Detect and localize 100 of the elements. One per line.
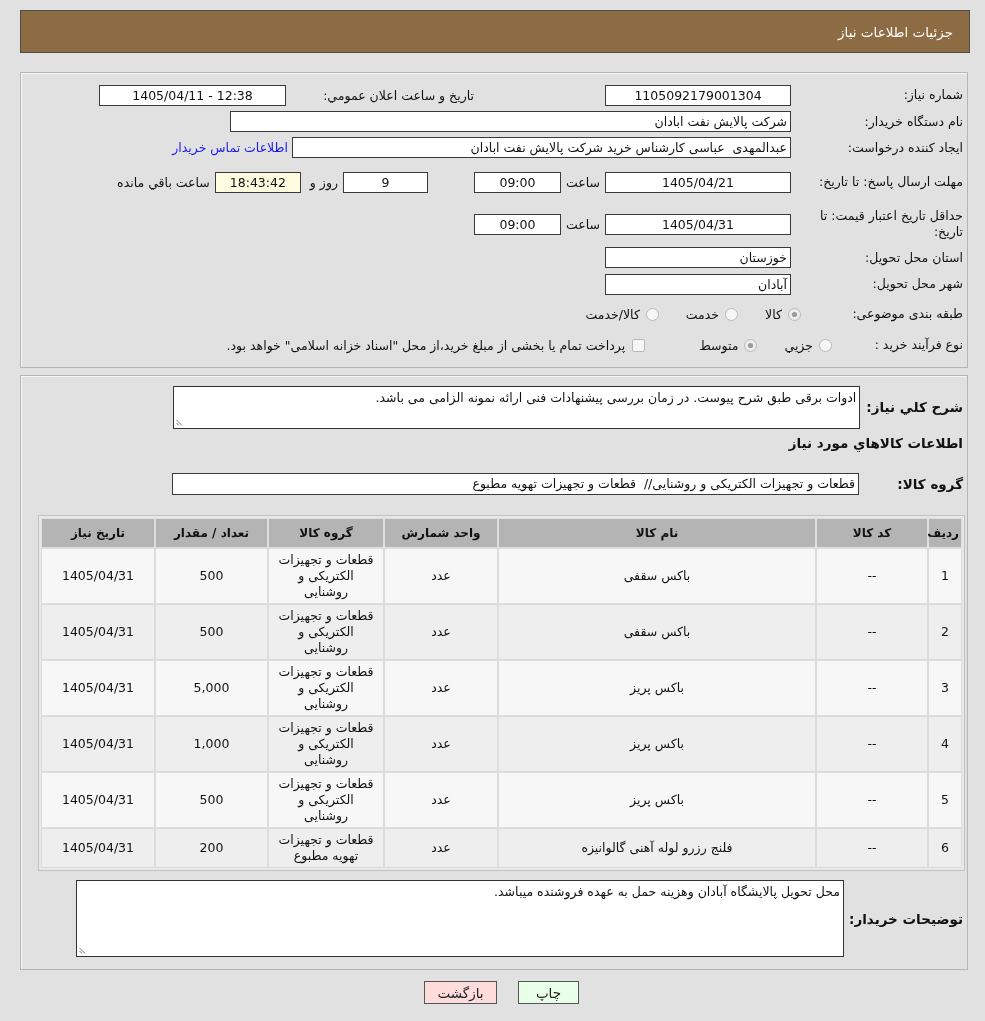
- radio-button[interactable]: [819, 338, 832, 352]
- table-cell: 200: [155, 828, 268, 868]
- table-cell: 1405/04/31: [41, 716, 155, 772]
- table-cell: 500: [155, 772, 268, 828]
- table-cell: قطعات و تجهیزات تهویه مطبوع: [268, 828, 384, 868]
- field-label: طبقه بندی موضوعی:: [851, 306, 963, 322]
- table-cell: باکس سقفی: [498, 548, 816, 604]
- table-cell: 3: [928, 660, 962, 716]
- province-field[interactable]: خوزستان: [605, 247, 791, 268]
- table-cell: 500: [155, 604, 268, 660]
- table-cell: عدد: [384, 828, 498, 868]
- table-cell: 4: [928, 716, 962, 772]
- column-header: نام کالا: [498, 518, 816, 548]
- city-field[interactable]: آبادان: [605, 273, 791, 295]
- table-cell: 2: [928, 604, 962, 660]
- table-cell: 1405/04/31: [41, 772, 155, 828]
- days-left-field[interactable]: 9: [343, 171, 428, 193]
- back-button[interactable]: بازگشت: [424, 981, 497, 1004]
- checkbox-label: پرداخت تمام یا بخشی از مبلغ خرید،از محل "اسناد خزانه اسلامی" خواهد بود.: [226, 337, 626, 353]
- table-cell: عدد: [384, 772, 498, 828]
- table-cell: عدد: [384, 548, 498, 604]
- table-cell: عدد: [384, 660, 498, 716]
- column-header: تعداد / مقدار: [155, 518, 268, 548]
- table-cell: --: [816, 548, 928, 604]
- field-label: نام دستگاه خریدار:: [863, 113, 963, 130]
- table-cell: عدد: [384, 604, 498, 660]
- checkbox[interactable]: [632, 338, 646, 352]
- field-label: توضیحات خریدار:: [849, 910, 963, 927]
- column-header: تاریخ نیاز: [41, 518, 155, 548]
- table-cell: قطعات و تجهیزات الکتریکی و روشنایی: [268, 660, 384, 716]
- field-label: تاریخ و ساعت اعلان عمومي:: [322, 87, 474, 103]
- option-label: کالا: [765, 306, 782, 322]
- table-cell: 1405/04/31: [41, 828, 155, 868]
- table-cell: فلنج رزرو لوله آهنی گالوانیزه: [498, 828, 816, 868]
- buyer-name-field[interactable]: شرکت پالایش نفت ابادان: [230, 111, 791, 132]
- table-cell: 1405/04/31: [41, 548, 155, 604]
- field-label: حداقل تاریخ اعتبار قیمت: تا تاریخ:: [818, 208, 963, 240]
- table-cell: قطعات و تجهیزات الکتریکی و روشنایی: [268, 772, 384, 828]
- option-label: متوسط: [699, 337, 739, 353]
- table-cell: 1,000: [155, 716, 268, 772]
- announce-date-field[interactable]: 1405/04/11 - 12:38: [99, 84, 286, 106]
- radio-button[interactable]: [744, 338, 758, 352]
- time-left-field[interactable]: 18:43:42: [214, 171, 301, 193]
- deadline-time-field[interactable]: 09:00: [474, 171, 561, 193]
- table-cell: 5: [928, 772, 962, 828]
- requester-field[interactable]: عبدالمهدی عباسی کارشناس خرید شرکت پالایش نفت ابادان: [292, 137, 791, 158]
- field-label: نوع فرآیند خرید :: [873, 337, 963, 353]
- field-label: شهر محل تحویل:: [871, 276, 963, 292]
- table-cell: --: [816, 660, 928, 716]
- table-cell: باکس پریز: [498, 660, 816, 716]
- option-label: کالا/خدمت: [585, 306, 640, 322]
- table-cell: --: [816, 604, 928, 660]
- table-cell: باکس پریز: [498, 716, 816, 772]
- radio-button[interactable]: [788, 307, 801, 321]
- table-cell: 1405/04/31: [41, 660, 155, 716]
- table-cell: --: [816, 772, 928, 828]
- table-cell: عدد: [384, 716, 498, 772]
- table-cell: قطعات و تجهیزات الکتریکی و روشنایی: [268, 548, 384, 604]
- field-label: شماره نیاز:: [902, 87, 963, 103]
- section-title: اطلاعات کالاهاي مورد نیاز: [787, 434, 964, 453]
- buyer-notes-field[interactable]: محل تحویل پالایشگاه آبادان وهزینه حمل به عهده فروشنده میباشد.: [76, 880, 845, 957]
- header-title: جزئیات اطلاعات نیاز: [838, 23, 953, 40]
- table-cell: --: [816, 828, 928, 868]
- table-cell: قطعات و تجهیزات الکتریکی و روشنایی: [268, 716, 384, 772]
- field-label: گروه کالا:: [896, 476, 963, 492]
- field-label: شرح کلي نیاز:: [866, 399, 963, 415]
- table-cell: --: [816, 716, 928, 772]
- table-cell: 1405/04/31: [41, 604, 155, 660]
- column-header: گروه کالا: [268, 518, 384, 548]
- table-cell: باکس سقفی: [498, 604, 816, 660]
- validity-time-field[interactable]: 09:00: [474, 213, 561, 235]
- table-cell: 6: [928, 828, 962, 868]
- radio-button[interactable]: [645, 307, 659, 321]
- table-cell: 500: [155, 548, 268, 604]
- deadline-date-field[interactable]: 1405/04/21: [605, 171, 791, 193]
- buyer-contact-link[interactable]: اطلاعات تماس خریدار: [172, 140, 288, 155]
- field-label: مهلت ارسال پاسخ: تا تاریخ:: [817, 174, 963, 190]
- validity-date-field[interactable]: 1405/04/31: [605, 213, 791, 235]
- time-left-label: ساعت باقي مانده: [117, 174, 210, 190]
- need-number-field[interactable]: 1105092179001304: [605, 84, 791, 106]
- table-cell: 5,000: [155, 660, 268, 716]
- radio-button[interactable]: [725, 307, 739, 321]
- print-button[interactable]: چاپ: [518, 981, 579, 1004]
- option-label: خدمت: [685, 306, 720, 322]
- option-label: جزيي: [784, 337, 813, 353]
- description-field[interactable]: ادوات برقی طبق شرح پیوست. در زمان بررسی پیشنهادات فنی ارائه نمونه الزامی می باشد.: [173, 385, 861, 429]
- table-cell: 1: [928, 548, 962, 604]
- column-header: کد کالا: [816, 518, 928, 548]
- column-header: ردیف: [928, 518, 962, 548]
- resize-grip-icon[interactable]: [79, 946, 88, 954]
- column-header: واحد شمارش: [384, 518, 498, 548]
- field-label: ایجاد کننده درخواست:: [846, 139, 963, 156]
- field-label: استان محل تحویل:: [863, 249, 963, 266]
- resize-grip-icon[interactable]: [176, 417, 185, 426]
- days-label: روز و: [309, 174, 338, 190]
- time-label: ساعت: [566, 174, 600, 190]
- table-cell: قطعات و تجهیزات الکتریکی و روشنایی: [268, 604, 384, 660]
- table-cell: باکس پریز: [498, 772, 816, 828]
- goods-group-field[interactable]: قطعات و تجهیزات الکتریکی و روشنایی// قطعات و تجهیزات تهویه مطبوع: [172, 473, 859, 495]
- time-label: ساعت: [566, 216, 600, 232]
